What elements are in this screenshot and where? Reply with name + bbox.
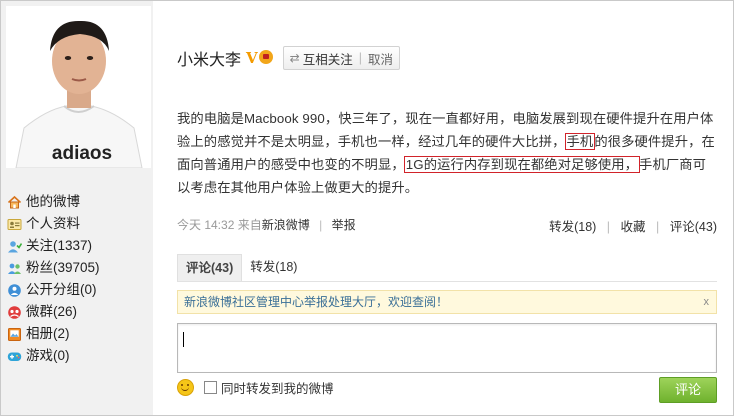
- unfollow-button[interactable]: 取消: [368, 49, 393, 68]
- user-header: 小米大李 V ⇄ 互相关注 | 取消: [177, 46, 400, 70]
- mutual-follow-label: 互相关注: [302, 52, 353, 67]
- tab-comments[interactable]: 评论(43): [177, 253, 243, 281]
- album-icon: [7, 327, 22, 342]
- tshirt-brand-text: adiaos: [52, 143, 112, 164]
- sidebar-item-label: 相册(2): [26, 326, 70, 341]
- divider: |: [319, 218, 323, 232]
- highlight-box: 手机: [564, 133, 596, 150]
- tab-reposts[interactable]: 转发(18): [242, 254, 305, 280]
- comment-input[interactable]: [177, 323, 717, 373]
- mutual-follow-icon: ⇄: [289, 51, 300, 65]
- sidebar-item-weiqun[interactable]: 微群(26): [7, 301, 100, 323]
- sidebar-item-profile[interactable]: 个人资料: [7, 213, 100, 235]
- sidebar-item-label: 微群(26): [26, 304, 78, 319]
- sidebar-item-label: 游戏(0): [26, 348, 70, 363]
- post-text: 我的电脑是Macbook 990，快三年了，现在一直都好用，电脑发展到现在硬件提…: [177, 107, 717, 199]
- close-icon[interactable]: x: [704, 291, 710, 313]
- fans-icon: [7, 261, 22, 276]
- sidebar-item-label: 关注(1337): [26, 238, 93, 253]
- sidebar-item-label: 粉丝(39705): [26, 260, 100, 275]
- divider: |: [656, 220, 660, 234]
- comment-count-button[interactable]: 评论(43): [670, 220, 717, 234]
- divider: |: [606, 220, 611, 234]
- sidebar: adiaos 他的微博 个人资料 关注(1337) 粉丝(39705) 公开分组…: [1, 1, 153, 415]
- weiqun-icon: [7, 305, 22, 320]
- game-icon: [7, 349, 22, 364]
- post-time[interactable]: 今天 14:32: [177, 218, 234, 232]
- favorite-button[interactable]: 收藏: [621, 220, 646, 234]
- emoji-icon[interactable]: [177, 378, 194, 396]
- submit-comment-button[interactable]: 评论: [659, 377, 717, 403]
- report-link[interactable]: 举报: [332, 218, 356, 232]
- main-panel: 小米大李 V ⇄ 互相关注 | 取消 我的电脑是Macbook 990，快三年了…: [153, 0, 733, 416]
- source-link[interactable]: 新浪微博: [262, 218, 310, 232]
- highlight-box: 1G的运行内存到现在都绝对足够使用，: [403, 156, 641, 173]
- text-caret: [183, 332, 184, 347]
- home-icon: [7, 195, 22, 210]
- sidebar-item-label: 个人资料: [26, 216, 80, 231]
- repost-button[interactable]: 转发(18): [549, 220, 596, 234]
- follow-status-box: ⇄ 互相关注 | 取消: [282, 46, 400, 70]
- profile-nav: 他的微博 个人资料 关注(1337) 粉丝(39705) 公开分组(0) 微群(…: [7, 191, 100, 367]
- post-actions: 转发(18) | 收藏 | 评论(43): [549, 216, 717, 235]
- repost-checkbox[interactable]: [204, 380, 217, 394]
- verified-v-icon[interactable]: V: [246, 49, 258, 67]
- notice-bar: 新浪微博社区管理中心举报处理大厅，欢迎查阅！ x: [177, 290, 717, 314]
- sidebar-item-game[interactable]: 游戏(0): [7, 345, 100, 367]
- avatar[interactable]: adiaos: [6, 6, 151, 168]
- source-prefix: 来自: [237, 218, 262, 232]
- profile-card-icon: [7, 217, 22, 232]
- tab-divider: [177, 281, 717, 282]
- vip-crown-icon[interactable]: [258, 50, 273, 64]
- divider: |: [358, 51, 362, 65]
- sidebar-item-label: 他的微博: [26, 194, 80, 209]
- notice-link[interactable]: 新浪微博社区管理中心举报处理大厅，欢迎查阅！: [184, 295, 448, 309]
- sidebar-item-groups[interactable]: 公开分组(0): [7, 279, 100, 301]
- repost-checkbox-label[interactable]: 同时转发到我的微博: [221, 378, 334, 397]
- sidebar-item-fans[interactable]: 粉丝(39705): [7, 257, 100, 279]
- comment-toolbar: 同时转发到我的微博: [177, 377, 334, 397]
- groups-icon: [7, 283, 22, 298]
- following-icon: [7, 239, 22, 254]
- comment-tabs: 评论(43) 转发(18): [177, 253, 305, 281]
- sidebar-item-label: 公开分组(0): [26, 282, 97, 297]
- username[interactable]: 小米大李: [177, 46, 241, 70]
- sidebar-item-weibo[interactable]: 他的微博: [7, 191, 100, 213]
- sidebar-item-album[interactable]: 相册(2): [7, 323, 100, 345]
- sidebar-item-following[interactable]: 关注(1337): [7, 235, 100, 257]
